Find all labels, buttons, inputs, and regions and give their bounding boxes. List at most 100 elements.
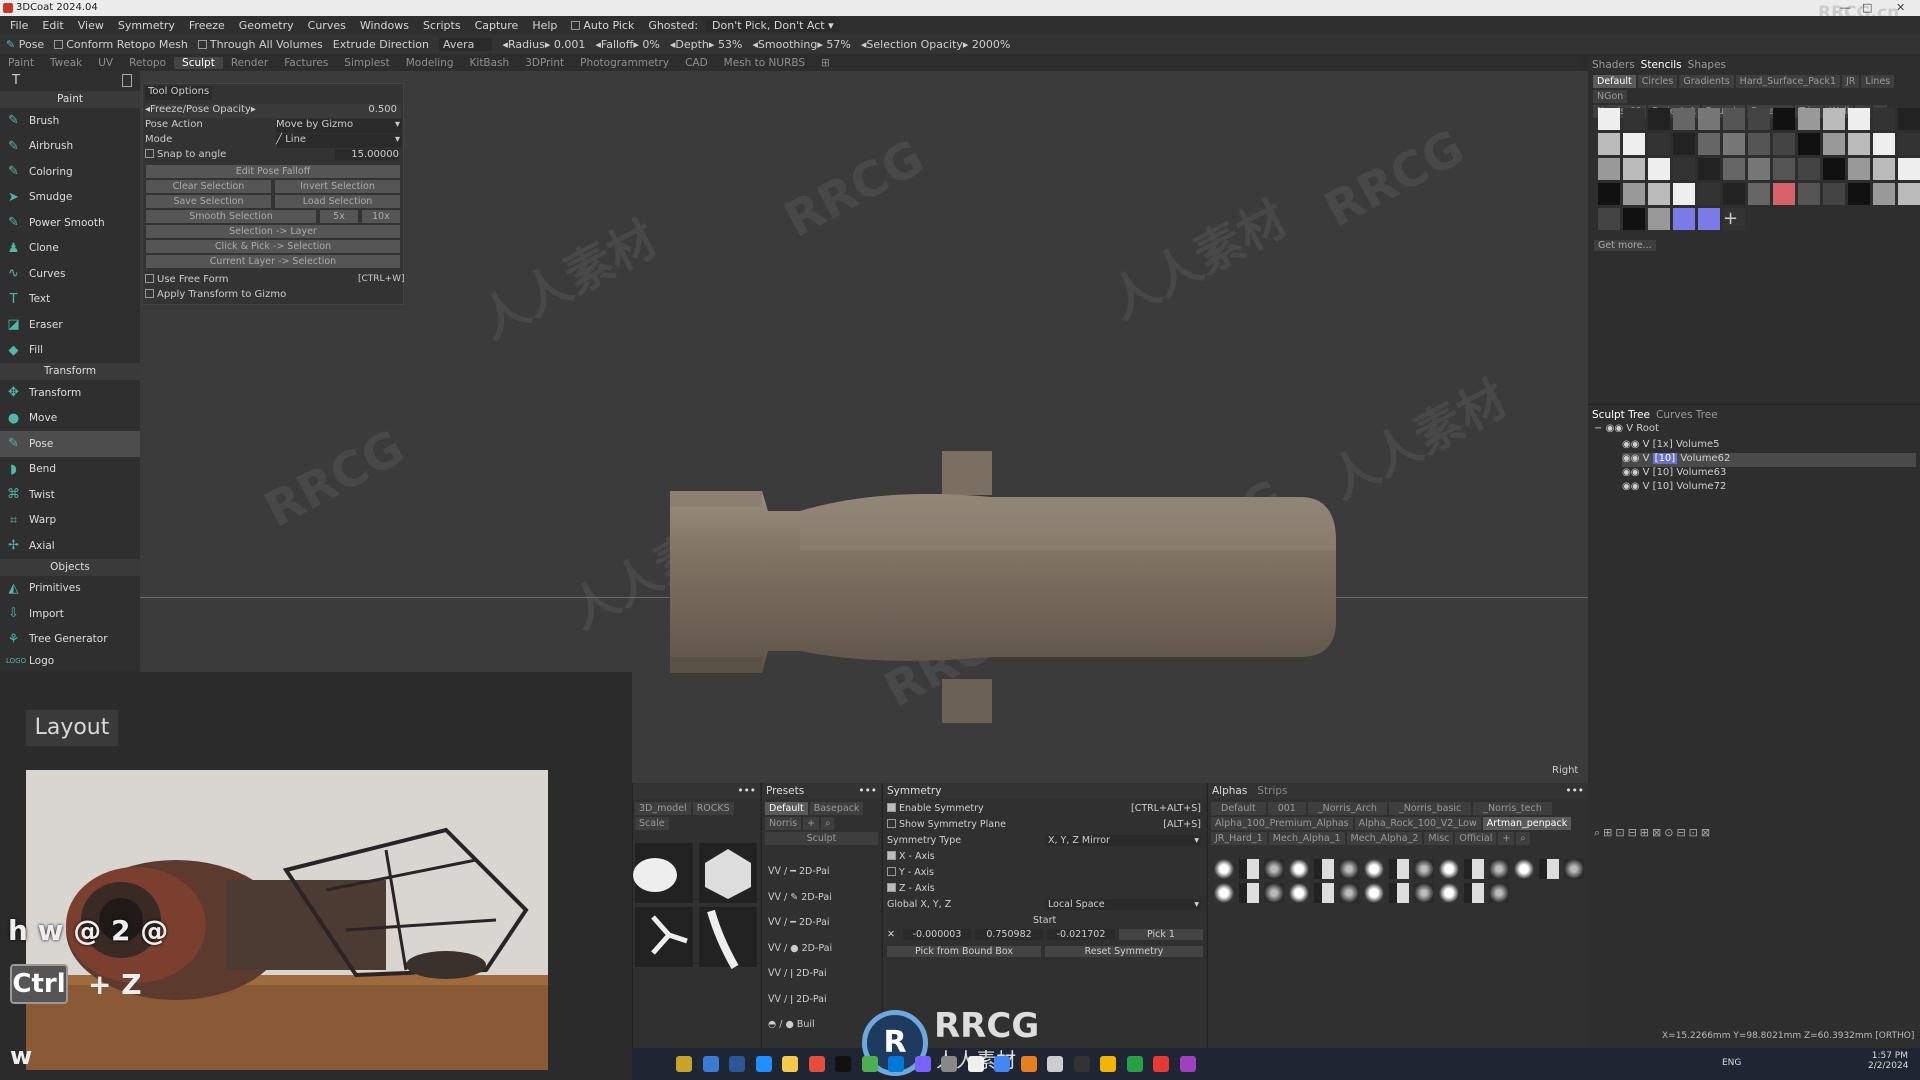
stencil-filter[interactable]: JR	[1842, 75, 1860, 88]
stencil-filter[interactable]: Default	[1593, 75, 1636, 88]
preset-item[interactable]: ᐯᐯ ∕ ━ 2D-Pai	[768, 910, 878, 936]
snap-angle-row[interactable]: Snap to angle 15.00000	[145, 149, 401, 163]
stencil-thumbnail[interactable]	[1773, 158, 1795, 180]
stencil-thumbnail[interactable]	[1748, 108, 1770, 130]
alpha-thumbnail[interactable]	[1314, 883, 1334, 903]
stencil-thumbnail[interactable]	[1623, 183, 1645, 205]
tool-transform[interactable]: ✥ Transform	[0, 380, 140, 406]
alpha-filter[interactable]: 001	[1267, 802, 1306, 815]
tab-stencils[interactable]: Stencils	[1641, 59, 1682, 71]
load-selection-button[interactable]: Load Selection	[275, 195, 400, 208]
menu-edit[interactable]: Edit	[36, 19, 69, 32]
taskbar-app-icon[interactable]	[676, 1056, 692, 1072]
alpha-thumbnail[interactable]	[1364, 883, 1384, 903]
tool-eraser[interactable]: ◪ Eraser	[0, 312, 140, 338]
alpha-thumbnail[interactable]	[1289, 859, 1309, 879]
stencil-thumbnail[interactable]	[1798, 158, 1820, 180]
alpha-filter[interactable]: _Norris_Arch	[1307, 802, 1387, 815]
y-axis-row[interactable]: Y - Axis	[887, 867, 934, 878]
stencil-thumbnail[interactable]	[1873, 183, 1895, 205]
tool-tree-generator[interactable]: ⚘ Tree Generator	[0, 627, 140, 653]
alpha-thumbnail[interactable]	[1214, 859, 1234, 879]
eye-icon[interactable]: ◉	[1622, 453, 1631, 464]
alpha-filter[interactable]: Misc	[1424, 832, 1454, 845]
smoothing-slider[interactable]: ◂Smoothing▸ 57%	[752, 38, 850, 51]
alpha-thumbnail[interactable]	[1364, 859, 1384, 879]
z-axis-row[interactable]: Z - Axis	[887, 883, 935, 894]
close-icon[interactable]: ✕	[1896, 1, 1905, 14]
through-toggle[interactable]: Through All Volumes	[197, 38, 323, 51]
stencil-thumbnail[interactable]	[1673, 208, 1695, 230]
taskbar-app-icon[interactable]	[729, 1056, 745, 1072]
taskbar-app-icon[interactable]	[782, 1056, 798, 1072]
tool-power-smooth[interactable]: ✎ Power Smooth	[0, 210, 140, 236]
stencil-thumbnail[interactable]	[1873, 133, 1895, 155]
tab-uv[interactable]: UV	[90, 57, 121, 69]
stencil-thumbnail[interactable]	[1823, 158, 1845, 180]
alpha-filter[interactable]: JR_Hard_1	[1211, 832, 1267, 845]
paint-section-header[interactable]: Paint	[0, 91, 140, 108]
close-icon[interactable]: ✕	[887, 929, 895, 940]
radius-slider[interactable]: ◂Radius▸ 0.001	[502, 38, 585, 51]
menu-windows[interactable]: Windows	[354, 19, 415, 32]
tree-root[interactable]: − ◉◉ V Root	[1594, 423, 1659, 434]
stencil-thumbnail[interactable]	[1773, 133, 1795, 155]
eye-icon[interactable]: ◉	[1622, 439, 1631, 450]
stencil-thumbnail[interactable]	[1648, 108, 1670, 130]
alpha-thumbnail[interactable]	[1489, 883, 1509, 903]
alpha-thumbnail[interactable]	[1439, 859, 1459, 879]
stencil-thumbnail[interactable]	[1598, 108, 1620, 130]
alpha-thumbnail[interactable]	[1339, 859, 1359, 879]
taskbar-app-icon[interactable]	[914, 1056, 931, 1072]
ghosted-dropdown[interactable]: Don't Pick, Don't Act ▾	[706, 19, 840, 32]
conform-toggle[interactable]: Conform Retopo Mesh	[54, 38, 188, 51]
stencil-filter[interactable]: Lines	[1861, 75, 1895, 88]
stencil-thumbnail[interactable]	[1698, 158, 1720, 180]
visibility-icon[interactable]: ◉	[1631, 453, 1640, 464]
alpha-thumbnail[interactable]	[1214, 883, 1234, 903]
pick-bound-box-button[interactable]: Pick from Bound Box	[887, 946, 1041, 957]
search-icon[interactable]: ⌕	[821, 817, 835, 830]
stencil-thumbnail[interactable]	[1673, 183, 1695, 205]
panel-toggle-icon[interactable]	[122, 74, 132, 87]
alpha-filter[interactable]: Mech_Alpha_1	[1268, 832, 1345, 845]
menu-freeze[interactable]: Freeze	[183, 19, 231, 32]
get-more-button[interactable]: Get more...	[1594, 240, 1656, 251]
snap-value[interactable]: 15.00000	[335, 149, 399, 160]
stencil-thumbnail[interactable]	[1773, 108, 1795, 130]
alpha-thumbnail[interactable]	[1339, 883, 1359, 903]
alpha-filter[interactable]: _Norris_tech	[1473, 802, 1552, 815]
brush-thumbnails[interactable]	[633, 841, 761, 991]
tree-item[interactable]: ◉◉ V [1x] Volume5	[1622, 439, 1916, 453]
preset-item[interactable]: ᐯᐯ ∕ ● 2D-Pai	[768, 936, 878, 962]
taskbar-app-icon[interactable]	[835, 1056, 851, 1072]
taskbar-app-icon[interactable]	[994, 1056, 1010, 1072]
stencil-thumbnail[interactable]	[1873, 108, 1895, 130]
stencil-thumbnail[interactable]	[1798, 108, 1820, 130]
preset-item[interactable]: ᐯᐯ ∕ ǀ 2D-Pai	[768, 961, 878, 987]
language-indicator[interactable]: ENG	[1722, 1058, 1741, 1068]
alpha-filter[interactable]: Official	[1455, 832, 1497, 845]
apply-transform-row[interactable]: Apply Transform to Gizmo	[145, 289, 286, 303]
more-icon[interactable]: •••	[858, 783, 877, 799]
tool-twist[interactable]: ⌘ Twist	[0, 482, 140, 508]
collapse-icon[interactable]: −	[1594, 423, 1602, 434]
taskbar-app-icon[interactable]	[1100, 1056, 1116, 1072]
auto-pick-checkbox[interactable]	[571, 21, 581, 30]
tab-kitbash[interactable]: KitBash	[462, 57, 518, 69]
x-axis-checkbox[interactable]	[887, 851, 896, 860]
tab-sculpt[interactable]: Sculpt	[174, 56, 223, 69]
stencil-thumbnail[interactable]	[1598, 208, 1620, 230]
tool-clone[interactable]: ♟ Clone	[0, 236, 140, 262]
stencil-thumbnail[interactable]	[1698, 133, 1720, 155]
tool-bend[interactable]: ◗ Bend	[0, 457, 140, 483]
clock[interactable]: 1:57 PM 2/2/2024	[1868, 1051, 1908, 1071]
tool-smudge[interactable]: ➤ Smudge	[0, 185, 140, 211]
stencil-thumbnail[interactable]	[1673, 158, 1695, 180]
show-plane-checkbox[interactable]	[887, 819, 896, 828]
tab-3dprint[interactable]: 3DPrint	[517, 57, 572, 69]
tab-tweak[interactable]: Tweak	[42, 57, 90, 69]
stencil-thumbnail[interactable]	[1898, 183, 1920, 205]
alpha-thumbnail[interactable]	[1464, 883, 1484, 903]
alpha-thumbnail[interactable]	[1289, 883, 1309, 903]
